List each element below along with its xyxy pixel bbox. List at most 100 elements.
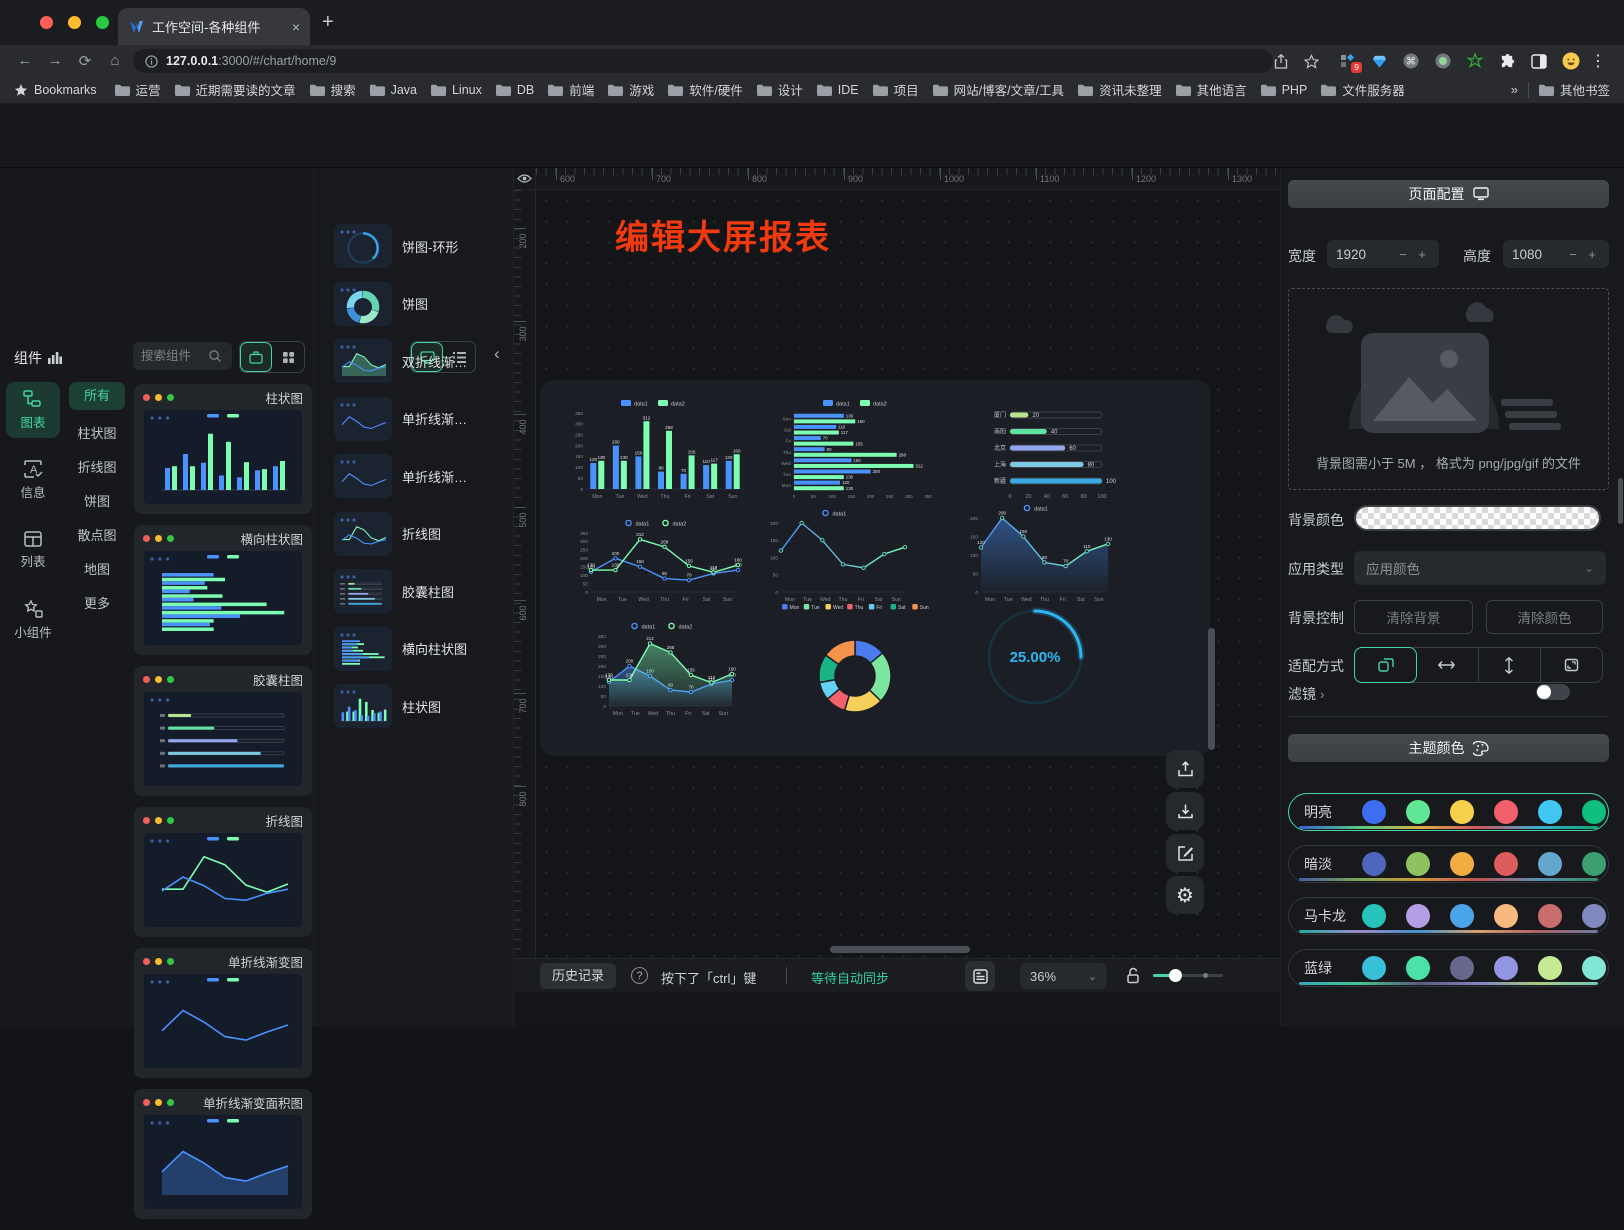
theme-row-明亮[interactable]: 明亮 xyxy=(1288,793,1609,831)
canvas-upload-button[interactable] xyxy=(1166,750,1204,788)
bookmark-folder[interactable]: 网站/博客/文章/工具 xyxy=(933,80,1064,99)
filter-item-散点图[interactable]: 散点图 xyxy=(77,519,116,553)
filter-item-折线图[interactable]: 折线图 xyxy=(77,451,116,485)
component-card-柱状图[interactable]: 柱状图 xyxy=(134,384,312,514)
component-search[interactable] xyxy=(133,342,232,370)
address-bar[interactable]: 127.0.0.1:3000/#/chart/home/9 xyxy=(133,49,1273,73)
bookmark-folder[interactable]: 文件服务器 xyxy=(1321,80,1405,99)
bg-color-swatch[interactable] xyxy=(1354,505,1601,531)
layer-item-横向柱状图[interactable]: 横向柱状图 xyxy=(334,625,504,673)
dot-extension-icon[interactable] xyxy=(1428,53,1458,69)
zoom-select[interactable]: 36%⌄ xyxy=(1020,963,1107,989)
dashboard-chart-bar[interactable]: data1data2050100150200250300350120130200… xyxy=(560,395,748,505)
background-upload-dropzone[interactable]: 背景图需小于 5M ， 格式为 png/jpg/gif 的文件 xyxy=(1288,288,1609,490)
dashboard-chart-gauge[interactable]: 25.00% xyxy=(975,595,1095,715)
home-icon[interactable]: ⌂ xyxy=(100,52,130,69)
traffic-zoom-button[interactable] xyxy=(96,16,109,29)
app-type-select[interactable]: 应用颜色⌄ xyxy=(1354,551,1606,585)
theme-row-蓝绿[interactable]: 蓝绿 xyxy=(1288,949,1609,987)
bookmark-folder[interactable]: 项目 xyxy=(873,80,919,99)
single-view-toggle[interactable] xyxy=(240,342,272,372)
sidebar-category-小组件[interactable]: 小组件 xyxy=(6,592,60,648)
dashboard-chart-pie[interactable]: MonTueWedThuFriSatSun xyxy=(770,600,940,730)
filter-item-柱状图[interactable]: 柱状图 xyxy=(77,417,116,451)
reload-icon[interactable]: ⟳ xyxy=(70,52,100,70)
dashboard-chart-area1[interactable]: data10501001502001202001508070110130MonT… xyxy=(955,500,1118,608)
bookmark-folder[interactable]: Linux xyxy=(431,80,482,99)
star-extension-icon[interactable] xyxy=(1460,53,1490,69)
search-input[interactable] xyxy=(141,349,205,363)
traffic-close-button[interactable] xyxy=(40,16,53,29)
dashboard-preview[interactable]: data1data2050100150200250300350120130200… xyxy=(540,380,1210,756)
bookmarks-overflow-chevron[interactable]: » xyxy=(1511,82,1518,97)
sidebar-category-列表[interactable]: 列表 xyxy=(6,522,60,578)
editor-canvas[interactable]: 6007008009001000110012001300 20030040050… xyxy=(514,168,1280,1027)
layer-item-柱状图[interactable]: 柱状图 xyxy=(334,682,504,730)
history-button[interactable]: 历史记录 xyxy=(540,963,616,989)
width-stepper[interactable]: 1920− + xyxy=(1327,240,1439,268)
dashboard-chart-line1[interactable]: data1050100150200MonTueWedThuFriSatSun xyxy=(755,505,915,608)
canvas-text-widget[interactable]: 编辑大屏报表 xyxy=(615,210,831,259)
site-info-icon[interactable] xyxy=(145,55,158,68)
filter-item-所有[interactable]: 所有 xyxy=(69,382,125,410)
toggle-panel-button[interactable] xyxy=(965,961,995,991)
fit-stretch-button[interactable] xyxy=(1541,648,1602,682)
browser-tab[interactable]: 工作空间-各种组件 × xyxy=(118,8,310,45)
sidebar-category-信息[interactable]: A信息 xyxy=(6,452,60,508)
bookmarks-root[interactable]: Bookmarks xyxy=(14,83,97,97)
layer-item-饼图[interactable]: 饼图 xyxy=(334,280,504,328)
clear-background-button[interactable]: 清除背景 xyxy=(1354,600,1473,634)
bookmark-folder[interactable]: 近期需要读的文章 xyxy=(175,80,296,99)
component-card-折线图[interactable]: 折线图 xyxy=(134,807,312,937)
bookmark-folder[interactable]: 设计 xyxy=(757,80,803,99)
zoom-slider[interactable] xyxy=(1153,974,1223,977)
ruler-corner-eye-icon[interactable] xyxy=(514,168,536,190)
bookmark-folder[interactable]: IDE xyxy=(817,80,859,99)
share-icon[interactable] xyxy=(1266,54,1296,69)
canvas-vertical-scrollbar[interactable] xyxy=(1208,628,1215,750)
layer-item-单折线渐…[interactable]: 单折线渐… xyxy=(334,395,504,443)
bookmark-folder[interactable]: 软件/硬件 xyxy=(668,80,742,99)
canvas-settings-gear-icon[interactable]: ⚙ xyxy=(1166,876,1204,914)
bookmark-folder[interactable]: 搜索 xyxy=(310,80,356,99)
bookmark-folder[interactable]: DB xyxy=(496,80,534,99)
bookmark-folder[interactable]: 运营 xyxy=(115,80,161,99)
sidebar-toggle-icon[interactable] xyxy=(1524,54,1554,69)
tab-close-icon[interactable]: × xyxy=(292,19,300,35)
canvas-horizontal-scrollbar[interactable] xyxy=(830,946,970,953)
filter-item-地图[interactable]: 地图 xyxy=(84,553,110,587)
theme-row-马卡龙[interactable]: 马卡龙 xyxy=(1288,897,1609,935)
component-card-单折线渐变面积图[interactable]: 单折线渐变面积图 xyxy=(134,1089,312,1219)
extensions-puzzle-icon[interactable] xyxy=(1492,54,1522,69)
filter-toggle-switch[interactable] xyxy=(1536,684,1570,700)
lock-icon[interactable] xyxy=(1126,967,1140,984)
canvas-download-button[interactable] xyxy=(1166,792,1204,830)
fit-height-button[interactable] xyxy=(1479,648,1541,682)
clear-color-button[interactable]: 清除颜色 xyxy=(1486,600,1603,634)
profile-avatar[interactable] xyxy=(1556,52,1586,70)
layer-item-饼图-环形[interactable]: 饼图-环形 xyxy=(334,222,504,270)
filter-item-饼图[interactable]: 饼图 xyxy=(84,485,110,519)
command-extension-icon[interactable]: ⌘ xyxy=(1396,53,1426,69)
height-stepper[interactable]: 1080− + xyxy=(1503,240,1609,268)
component-card-单折线渐变图[interactable]: 单折线渐变图 xyxy=(134,948,312,1078)
back-icon[interactable]: ← xyxy=(10,52,40,69)
layer-item-双折线渐…[interactable]: 双折线渐… xyxy=(334,337,504,385)
config-scrollbar[interactable] xyxy=(1618,478,1623,524)
layer-item-折线图[interactable]: 折线图 xyxy=(334,510,504,558)
grid-extension-icon[interactable]: 9 xyxy=(1332,54,1362,69)
component-card-横向柱状图[interactable]: 横向柱状图 xyxy=(134,525,312,655)
dashboard-chart-area2[interactable]: data1data2050100150200250300350120200150… xyxy=(583,618,742,722)
theme-row-暗淡[interactable]: 暗淡 xyxy=(1288,845,1609,883)
bookmark-star-icon[interactable] xyxy=(1296,54,1326,69)
bookmark-folder[interactable]: Java xyxy=(370,80,417,99)
other-bookmarks-folder[interactable]: 其他书签 xyxy=(1539,80,1610,99)
diamond-extension-icon[interactable] xyxy=(1364,54,1394,69)
bookmark-folder[interactable]: 游戏 xyxy=(608,80,654,99)
dashboard-chart-hbar[interactable]: data1data2050100150200250300350Mon120130… xyxy=(768,395,944,505)
dashboard-chart-line2[interactable]: data1data2050100150200250300350120200150… xyxy=(565,515,748,608)
help-icon[interactable]: ? xyxy=(631,967,648,984)
fit-width-button[interactable] xyxy=(1416,648,1478,682)
sidebar-category-图表[interactable]: 图表 xyxy=(6,382,60,438)
new-tab-button[interactable]: + xyxy=(322,12,334,32)
